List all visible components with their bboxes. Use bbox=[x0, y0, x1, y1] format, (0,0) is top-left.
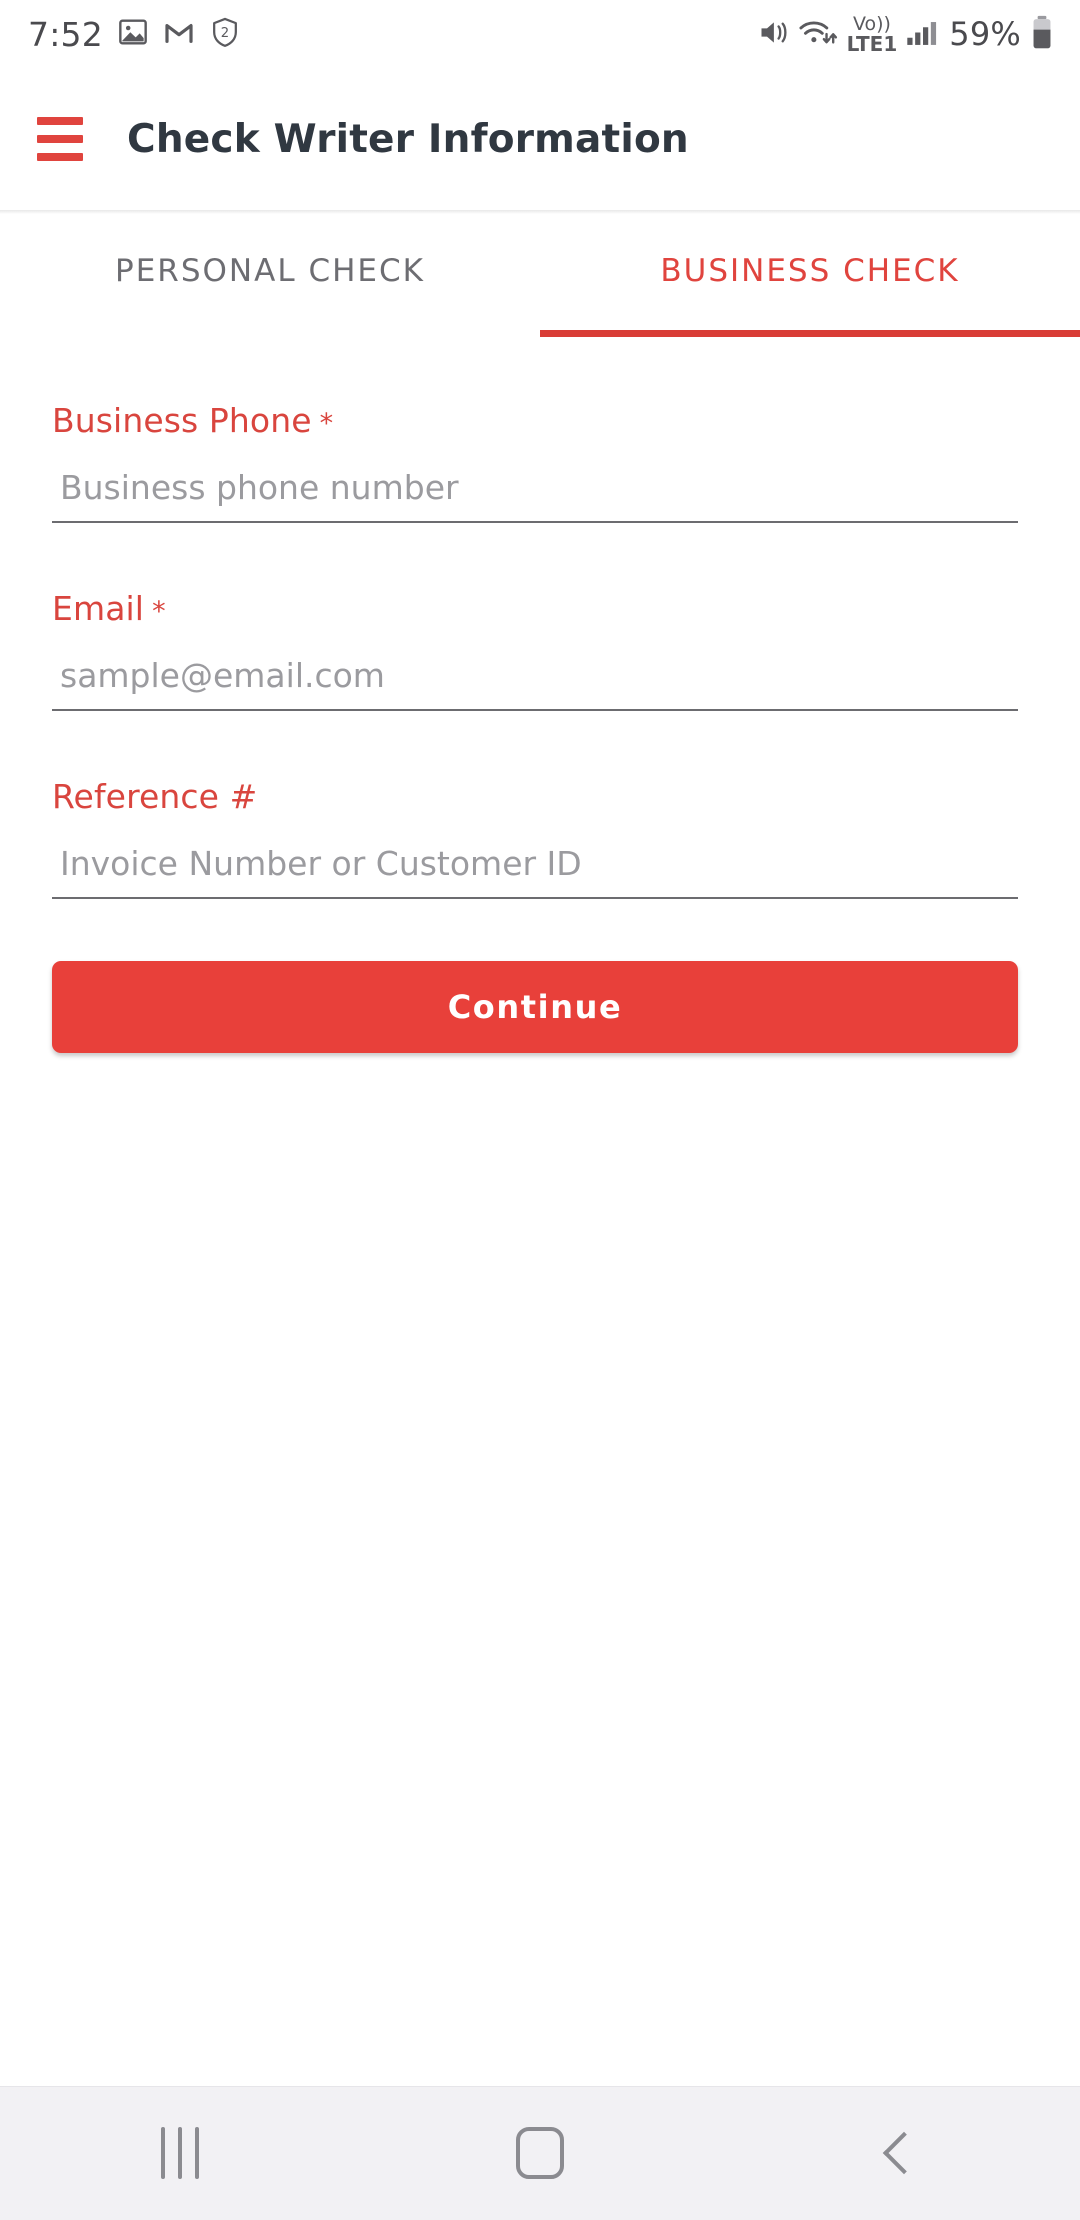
recents-bar-2 bbox=[178, 2127, 182, 2179]
nav-bar-divider bbox=[0, 2086, 1080, 2087]
shield-badge-icon: 2 bbox=[209, 16, 241, 53]
spacer-top bbox=[0, 337, 1080, 401]
signal-bars-icon bbox=[906, 16, 940, 53]
svg-text:2: 2 bbox=[221, 26, 229, 41]
tab-bar: PERSONAL CHECK BUSINESS CHECK bbox=[0, 215, 1080, 337]
hamburger-bar-3 bbox=[37, 153, 83, 161]
email-label-text: Email bbox=[52, 589, 145, 628]
tab-business-check[interactable]: BUSINESS CHECK bbox=[540, 215, 1080, 337]
app-bar: Check Writer Information bbox=[0, 68, 1080, 210]
email-label: Email * bbox=[52, 589, 1028, 628]
field-reference-number: Reference # bbox=[0, 777, 1080, 899]
photo-icon bbox=[117, 16, 149, 52]
continue-button[interactable]: Continue bbox=[52, 961, 1018, 1053]
hamburger-bar-2 bbox=[37, 135, 83, 143]
battery-icon bbox=[1030, 15, 1054, 54]
hamburger-menu-icon[interactable] bbox=[37, 117, 83, 161]
business-phone-required-marker: * bbox=[319, 408, 334, 439]
volte-label-bottom: LTE1 bbox=[846, 31, 898, 56]
tab-business-check-label: BUSINESS CHECK bbox=[660, 253, 960, 289]
gmail-icon bbox=[163, 16, 195, 52]
reference-number-input[interactable] bbox=[52, 844, 1018, 899]
page-title: Check Writer Information bbox=[127, 116, 689, 162]
recents-bar-1 bbox=[161, 2127, 165, 2179]
business-phone-label-text: Business Phone bbox=[52, 401, 312, 440]
email-required-marker: * bbox=[152, 596, 166, 627]
business-phone-label: Business Phone * bbox=[52, 401, 1028, 440]
recents-bar-3 bbox=[195, 2127, 199, 2179]
wifi-icon bbox=[798, 16, 838, 53]
recents-icon bbox=[161, 2127, 199, 2179]
home-icon bbox=[516, 2127, 564, 2179]
volte-label-top: Vo)) bbox=[852, 12, 891, 35]
android-nav-bar bbox=[0, 2086, 1080, 2220]
reference-number-label-text: Reference # bbox=[52, 777, 258, 816]
continue-button-wrapper: Continue bbox=[0, 961, 1080, 1053]
business-phone-input[interactable] bbox=[52, 468, 1018, 523]
status-bar: 7:52 2 Vo)) LTE1 59% bbox=[0, 0, 1080, 68]
battery-percent-label: 59% bbox=[949, 15, 1021, 53]
tab-personal-check[interactable]: PERSONAL CHECK bbox=[0, 215, 540, 337]
check-writer-form: Business Phone * Email * Reference # bbox=[0, 337, 1080, 1053]
nav-recents-button[interactable] bbox=[0, 2086, 360, 2220]
status-bar-clock: 7:52 bbox=[28, 14, 103, 54]
hamburger-bar-1 bbox=[37, 117, 83, 125]
volte-icon: Vo)) LTE1 bbox=[846, 12, 898, 56]
tab-personal-check-label: PERSONAL CHECK bbox=[115, 253, 425, 289]
reference-number-label: Reference # bbox=[52, 777, 1028, 816]
app-screen: 7:52 2 Vo)) LTE1 59% Check Writer Inform… bbox=[0, 0, 1080, 2220]
mute-vibrate-icon bbox=[756, 16, 789, 53]
field-business-phone: Business Phone * bbox=[0, 401, 1080, 523]
nav-back-button[interactable] bbox=[720, 2086, 1080, 2220]
status-bar-left: 7:52 2 bbox=[28, 15, 241, 54]
field-email: Email * bbox=[0, 589, 1080, 711]
status-bar-right: Vo)) LTE1 59% bbox=[756, 12, 1054, 56]
back-icon bbox=[882, 2131, 926, 2175]
email-input[interactable] bbox=[52, 656, 1018, 711]
nav-home-button[interactable] bbox=[360, 2086, 720, 2220]
app-bar-divider bbox=[0, 210, 1080, 214]
